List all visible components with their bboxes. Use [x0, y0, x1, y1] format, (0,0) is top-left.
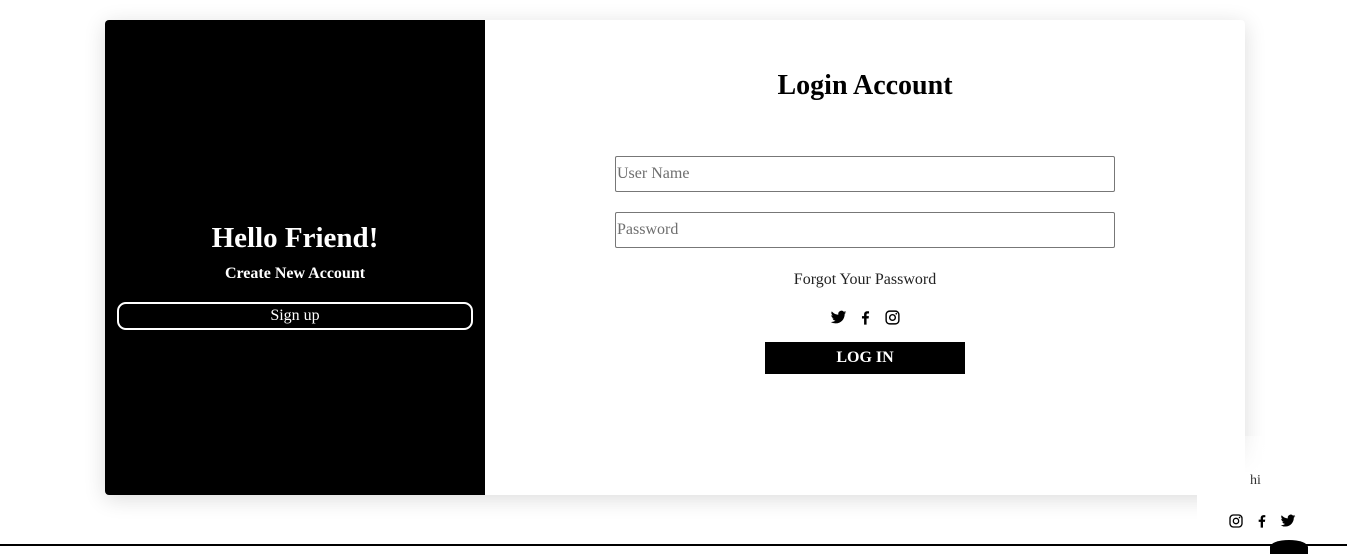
twitter-icon[interactable]	[1280, 513, 1296, 529]
widget-social-links	[1228, 513, 1296, 529]
signup-button[interactable]: Sign up	[117, 302, 473, 330]
instagram-icon[interactable]	[1228, 513, 1244, 529]
welcome-panel: Hello Friend! Create New Account Sign up	[105, 20, 485, 495]
instagram-icon[interactable]	[884, 309, 901, 326]
page-title: Login Account	[777, 70, 953, 101]
facebook-icon[interactable]	[857, 309, 874, 326]
social-links	[485, 309, 1245, 329]
create-account-text: Create New Account	[224, 265, 366, 282]
forgot-password-link[interactable]: Forgot Your Password	[485, 270, 1245, 290]
login-button[interactable]: LOG IN	[765, 342, 965, 374]
facebook-icon[interactable]	[1254, 513, 1270, 529]
password-input[interactable]	[615, 212, 1115, 248]
twitter-icon[interactable]	[830, 309, 847, 326]
widget-text: hi	[1250, 473, 1261, 488]
username-input[interactable]	[615, 156, 1115, 192]
footer-divider	[0, 544, 1347, 546]
widget-toggle[interactable]	[1270, 540, 1308, 554]
welcome-heading: Hello Friend!	[211, 222, 379, 254]
